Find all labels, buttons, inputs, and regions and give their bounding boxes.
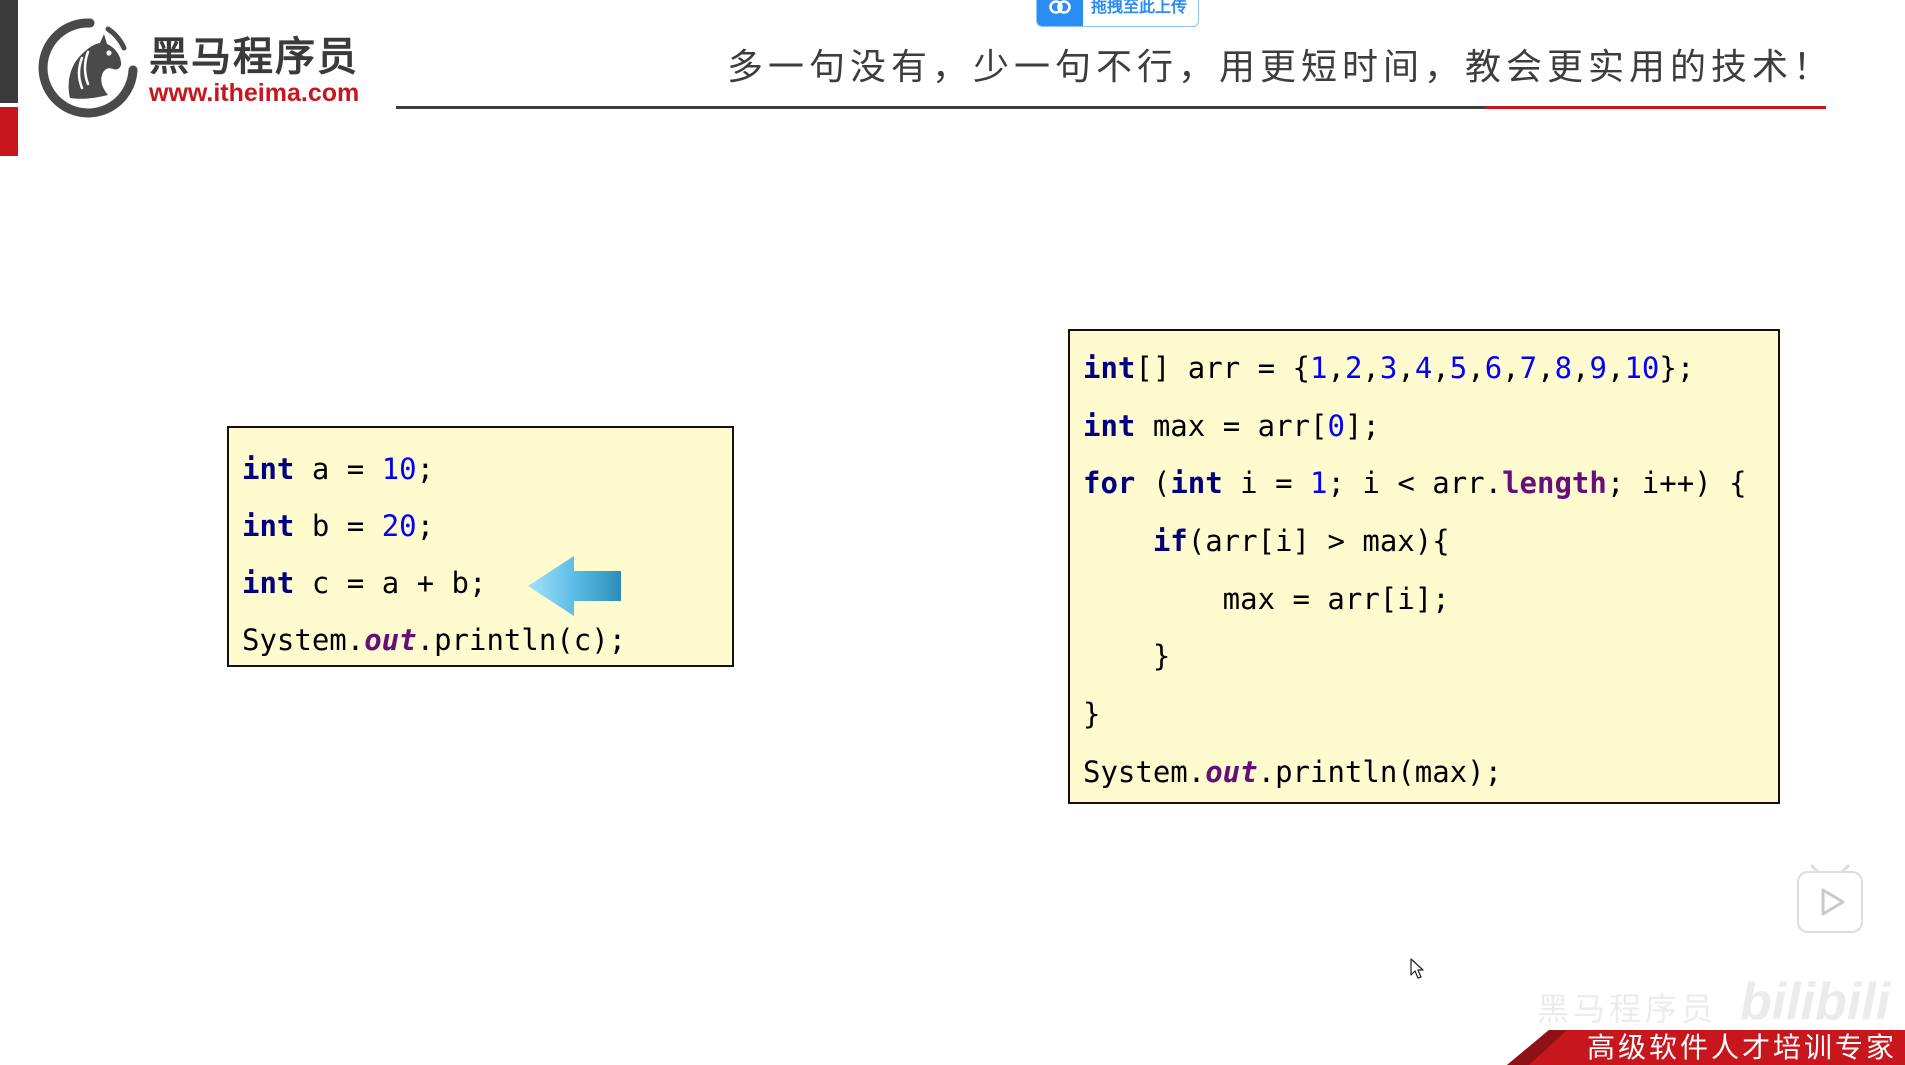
slide-edge-accent	[0, 107, 18, 156]
slogan: 多一句没有，少一句不行，用更短时间，教会更实用的技术！	[726, 47, 1834, 88]
code-token-plain: .println(max);	[1257, 754, 1503, 789]
code-token-number: 10	[1624, 351, 1660, 385]
code-token-number: 3	[1379, 351, 1398, 385]
code-token-static-field: out	[1205, 754, 1258, 789]
slide: 黑马程序员 www.itheima.com 拖拽至此上传 多一句没有，少一句不行…	[0, 0, 1905, 1065]
code-token-number: 5	[1449, 351, 1468, 385]
code-token-plain: (	[1135, 466, 1171, 501]
code-token-plain: ,	[1397, 351, 1415, 385]
code-token-plain: max = arr[	[1135, 408, 1328, 443]
upload-drop-label: 拖拽至此上传	[1091, 0, 1188, 16]
code-token-keyword: int	[242, 452, 295, 486]
header-divider-accent	[1485, 106, 1826, 109]
code-token-plain: max = arr[i];	[1083, 581, 1450, 616]
code-line: int b = 20;	[242, 498, 732, 555]
upload-drop-button[interactable]: 拖拽至此上传	[1036, 0, 1199, 27]
code-token-keyword: if	[1152, 524, 1188, 559]
code-line: int c = a + b;	[242, 555, 732, 612]
code-line: max = arr[i];	[1083, 571, 1778, 629]
code-token-plain: (arr[i] > max){	[1187, 524, 1450, 559]
code-token-plain: .println(c);	[416, 623, 627, 657]
slide-edge-bar	[0, 0, 18, 103]
code-token-keyword: for	[1083, 466, 1136, 501]
code-token-plain: a =	[294, 452, 382, 486]
code-token-keyword: int	[1170, 466, 1223, 501]
code-token-plain: System.	[1083, 754, 1206, 789]
code-line: System.out.println(max);	[1083, 744, 1778, 802]
code-token-keyword: int	[1083, 351, 1136, 385]
code-token-plain: ,	[1502, 351, 1520, 385]
footer-tagline: 高级软件人才培训专家	[1586, 1031, 1897, 1064]
code-token-number: 9	[1589, 351, 1607, 385]
code-snippet-array-max: int[] arr = {1,2,3,4,5,6,7,8,9,10}; int m…	[1068, 329, 1780, 804]
code-token-plain: ,	[1572, 351, 1590, 385]
code-line: if(arr[i] > max){	[1083, 513, 1778, 571]
code-token-plain: ,	[1606, 351, 1625, 385]
mouse-pointer-icon	[1410, 958, 1424, 979]
brand-watermark: 黑马程序员	[1537, 990, 1718, 1028]
code-token-plain: }	[1083, 697, 1101, 732]
code-line: System.out.println(c);	[242, 612, 732, 669]
code-token-number: 6	[1484, 351, 1503, 385]
code-line: int[] arr = {1,2,3,4,5,6,7,8,9,10};	[1083, 340, 1778, 398]
code-token-number: 4	[1414, 351, 1433, 385]
code-token-plain: ,	[1467, 351, 1485, 385]
horse-head-logo-icon	[38, 18, 138, 118]
code-token-plain: ];	[1344, 408, 1380, 443]
code-token-number: 7	[1519, 351, 1538, 385]
code-token-plain: c = a + b;	[294, 566, 487, 600]
code-token-number: 1	[1310, 466, 1328, 501]
code-token-plain: [] arr = {	[1135, 351, 1310, 385]
code-line: for (int i = 1; i < arr.length; i++) {	[1083, 455, 1778, 513]
code-token-plain: ,	[1537, 351, 1555, 385]
link-icon-badge	[1037, 0, 1083, 26]
code-token-keyword: int	[242, 566, 295, 600]
left-arrow-icon	[528, 556, 621, 616]
code-token-number: 0	[1327, 408, 1345, 443]
code-token-plain: ,	[1327, 351, 1345, 385]
code-token-number: 20	[381, 509, 417, 543]
code-token-keyword: int	[242, 509, 295, 543]
code-token-plain: ;	[416, 452, 435, 486]
code-token-plain: i =	[1222, 466, 1311, 501]
code-token-plain: };	[1659, 351, 1695, 385]
code-token-number: 8	[1554, 351, 1573, 385]
code-line: }	[1083, 628, 1778, 686]
code-token-plain: ; i++) {	[1606, 466, 1747, 501]
code-token-field: length	[1502, 466, 1607, 501]
brand-name: 黑马程序员	[149, 34, 359, 80]
code-token-plain: System.	[242, 623, 365, 657]
code-token-plain: b =	[294, 509, 382, 543]
code-token-plain: ; i < arr.	[1327, 466, 1503, 501]
code-snippet-sum: int a = 10; int b = 20; int c = a + b; Syst…	[227, 426, 734, 667]
code-token-static-field: out	[364, 623, 417, 657]
link-icon	[1049, 0, 1071, 14]
code-token-plain: }	[1083, 639, 1171, 674]
code-line: int max = arr[0];	[1083, 398, 1778, 456]
code-token-number: 1	[1310, 351, 1328, 385]
code-token-keyword: int	[1083, 408, 1136, 443]
bilibili-watermark: bilibili	[1740, 973, 1891, 1031]
code-line: int a = 10;	[242, 441, 732, 498]
code-token-number: 2	[1344, 351, 1363, 385]
code-line: }	[1083, 686, 1778, 744]
play-button[interactable]	[1796, 864, 1864, 934]
brand-url: www.itheima.com	[149, 79, 360, 107]
code-token-number: 10	[381, 452, 417, 486]
header-divider	[396, 106, 1485, 109]
code-token-plain: ,	[1362, 351, 1380, 385]
code-token-plain: ;	[416, 509, 435, 543]
code-token-plain: ,	[1432, 351, 1450, 385]
